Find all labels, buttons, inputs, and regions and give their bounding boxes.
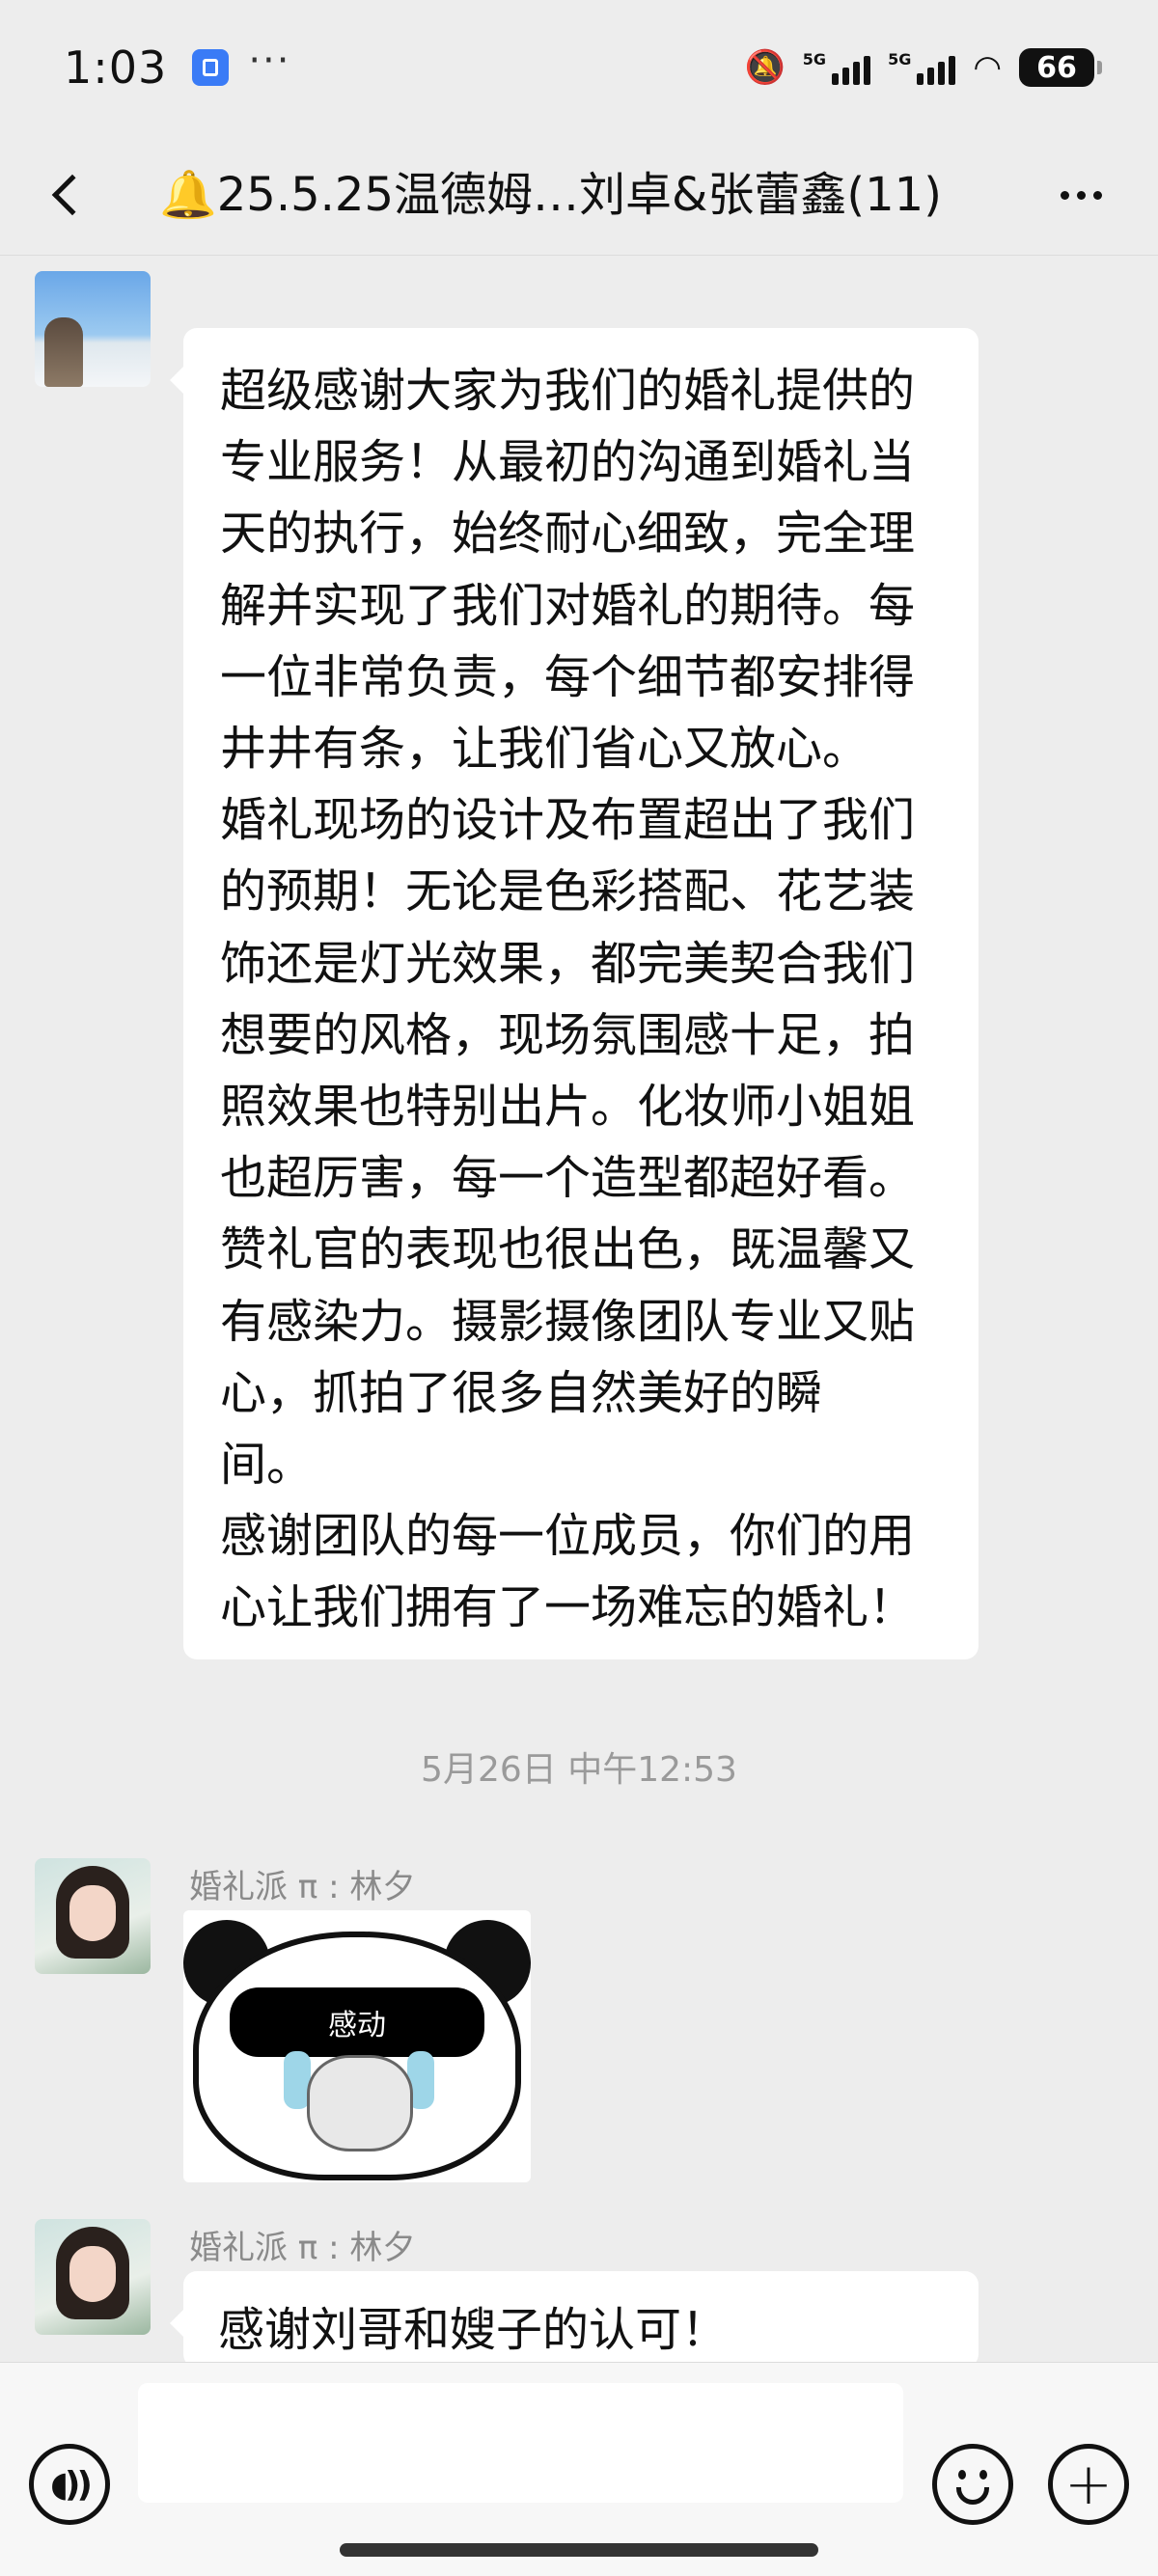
avatar[interactable] [35, 1858, 151, 1974]
status-bar: 1:03 ··· 🔕 5G 5G ◠ 66 [0, 0, 1158, 135]
network-label: 5G [802, 50, 827, 69]
emoji-button[interactable] [932, 2444, 1013, 2525]
message-input[interactable] [138, 2383, 903, 2503]
back-button[interactable] [39, 164, 96, 226]
network-label: 5G [888, 50, 912, 69]
avatar[interactable] [35, 2219, 151, 2335]
plus-icon: + [1063, 2451, 1114, 2518]
plus-button[interactable]: + [1048, 2444, 1129, 2525]
signal-icon: 5G [888, 50, 956, 85]
app-notification-icon [192, 49, 230, 86]
sender-name: 婚礼派 π : 林夕 [189, 2229, 416, 2267]
chat-header: 🔔25.5.25温德姆…刘卓&张蕾鑫(11) [0, 135, 1158, 256]
status-more-icon: ··· [248, 39, 291, 83]
message-bubble[interactable]: 超级感谢大家为我们的婚礼提供的专业服务！从最初的沟通到婚礼当天的执行，始终耐心细… [170, 328, 979, 1659]
status-time: 1:03 [64, 41, 168, 94]
voice-icon: ◖)) [50, 2464, 93, 2505]
avatar[interactable] [35, 271, 151, 387]
back-icon [51, 174, 94, 216]
message-bubble[interactable]: 感谢刘哥和嫂子的认可！ [170, 2271, 979, 2368]
battery-icon: 66 [1019, 48, 1102, 87]
message-timestamp: 5月26日 中午12:53 [421, 1750, 737, 1790]
more-icon [1060, 190, 1069, 200]
mute-icon: 🔕 [744, 48, 786, 87]
sticker-caption: 感动 [230, 1987, 484, 2057]
battery-level: 66 [1036, 50, 1077, 85]
sender-name: 婚礼派 π : 林夕 [189, 1868, 416, 1906]
home-indicator[interactable] [340, 2543, 818, 2557]
status-icons: 🔕 5G 5G ◠ 66 [744, 48, 1102, 87]
chat-title[interactable]: 🔔25.5.25温德姆…刘卓&张蕾鑫(11) [159, 156, 970, 233]
voice-button[interactable]: ◖)) [29, 2444, 110, 2525]
wifi-icon: ◠ [973, 48, 1002, 87]
more-button[interactable] [1042, 164, 1119, 226]
signal-icon: 5G [802, 50, 871, 85]
sticker-image[interactable]: 感动 [183, 1910, 531, 2182]
